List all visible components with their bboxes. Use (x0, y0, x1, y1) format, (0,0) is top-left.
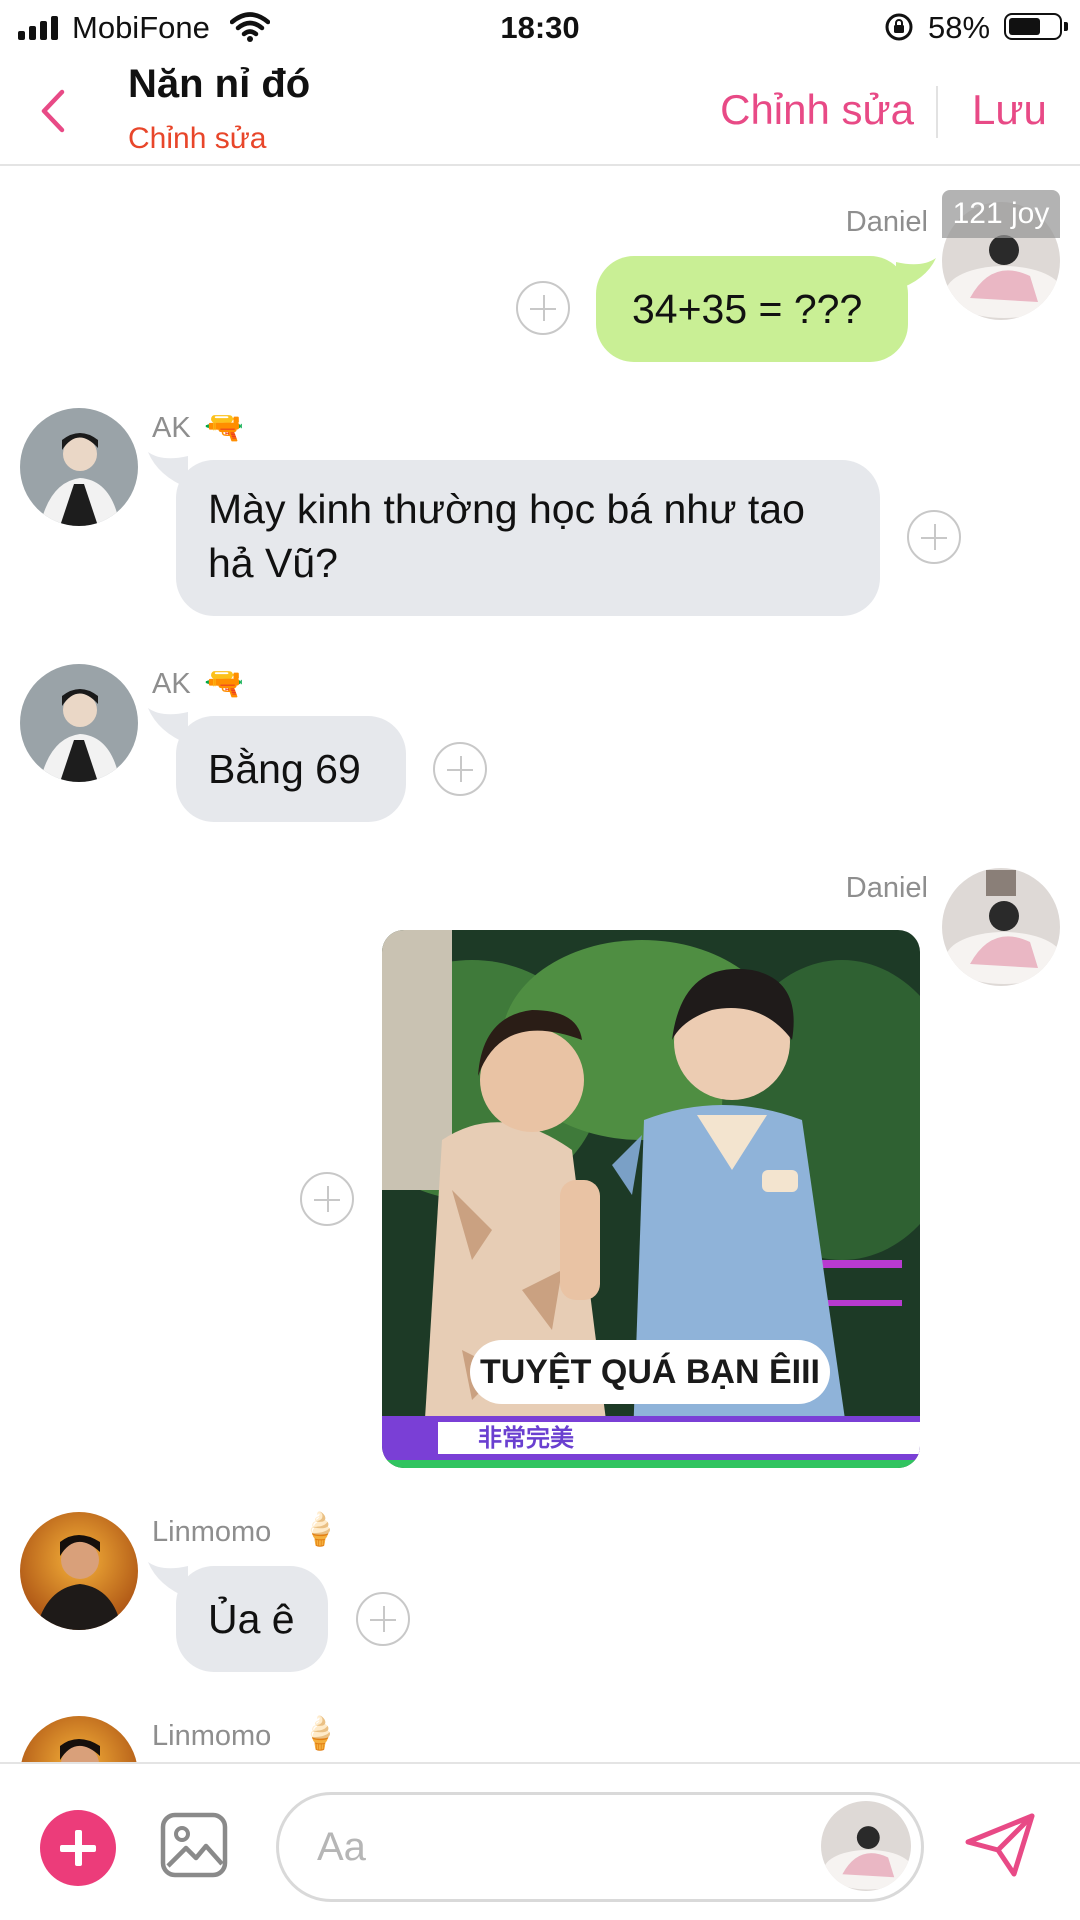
shared-image[interactable]: TUYỆT QUÁ BẠN ÊIII 非常完美 (382, 930, 920, 1468)
chat-header: Năn nỉ đó Chỉnh sửa Chỉnh sửa Lưu (0, 56, 1080, 166)
message-bubble[interactable]: Bằng 69 (176, 716, 406, 822)
sender-name: AK (152, 668, 191, 700)
message-text-line: hả Vũ? (208, 540, 338, 586)
send-icon[interactable] (964, 1812, 1036, 1878)
save-button[interactable]: Lưu (972, 86, 1047, 134)
react-plus-icon[interactable] (356, 1592, 410, 1646)
avatar-ak[interactable] (20, 664, 138, 782)
message-bubble[interactable]: 34+35 = ??? (596, 256, 908, 362)
header-divider (936, 86, 938, 138)
sender-name: Linmomo (152, 1720, 272, 1752)
avatar-badge: 121 joy (942, 190, 1060, 238)
rotation-lock-icon (885, 13, 913, 41)
chat-title: Năn nỉ đó (128, 62, 311, 106)
ice-cream-icon: 🍦 (300, 1511, 340, 1547)
image-ticker: 非常完美 (478, 1424, 574, 1452)
sender-name: Daniel (845, 206, 928, 238)
battery-percent: 58% (928, 10, 991, 45)
water-pistol-icon: 🔫 (204, 665, 244, 701)
message-bubble[interactable]: Mày kinh thường học bá như tao hả Vũ? (176, 460, 880, 616)
react-plus-icon[interactable] (907, 510, 961, 564)
sender-name: AK (152, 412, 191, 444)
sender-name: Linmomo (152, 1516, 272, 1548)
input-placeholder: Aa (317, 1825, 366, 1869)
ice-cream-icon: 🍦 (300, 1715, 340, 1751)
sticker-avatar[interactable] (821, 1801, 911, 1891)
status-bar: MobiFone 18:30 58% (0, 0, 1080, 56)
react-plus-icon[interactable] (516, 281, 570, 335)
water-pistol-icon: 🔫 (204, 409, 244, 445)
avatar-linmomo[interactable] (20, 1512, 138, 1630)
clock: 18:30 (500, 10, 580, 45)
sender-name: Daniel (845, 872, 928, 904)
react-plus-icon[interactable] (433, 742, 487, 796)
chat-subtitle[interactable]: Chỉnh sửa (128, 122, 267, 156)
edit-button[interactable]: Chỉnh sửa (720, 86, 914, 134)
message-bubble[interactable]: Ủa ê (176, 1566, 328, 1672)
image-picker-icon[interactable] (160, 1812, 228, 1878)
back-chevron-icon[interactable] (38, 86, 68, 136)
add-plus-icon[interactable] (40, 1810, 116, 1886)
composer-bar: Aa (0, 1762, 1080, 1920)
image-caption: TUYỆT QUÁ BẠN ÊIII (479, 1353, 821, 1391)
message-text-line: Mày kinh thường học bá như tao (208, 486, 805, 532)
message-input[interactable]: Aa (276, 1792, 924, 1902)
battery-icon (1004, 13, 1068, 40)
avatar-ak[interactable] (20, 408, 138, 526)
react-plus-icon[interactable] (300, 1172, 354, 1226)
avatar-daniel[interactable] (942, 868, 1060, 986)
